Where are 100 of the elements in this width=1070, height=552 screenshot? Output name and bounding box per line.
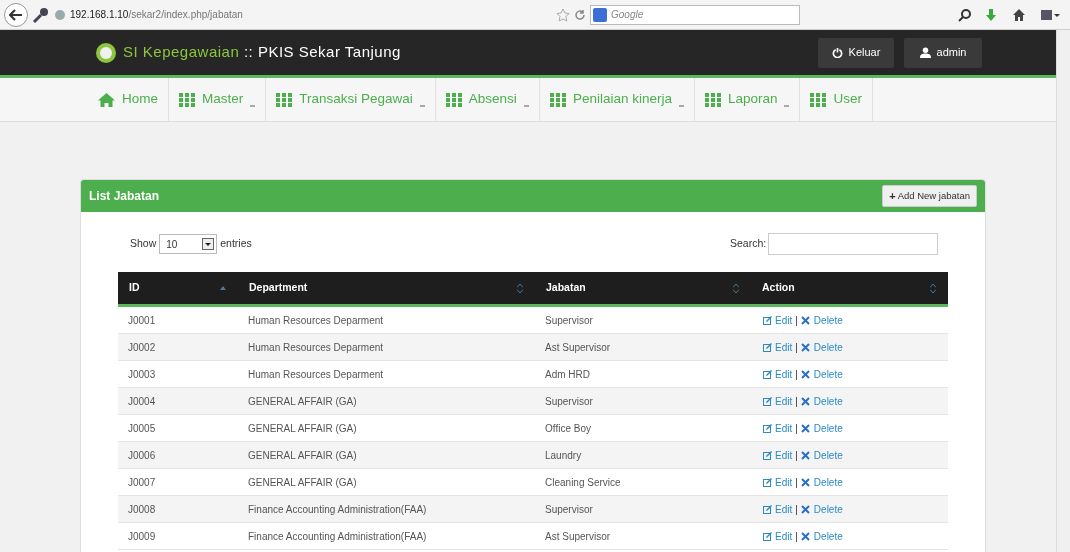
edit-link[interactable]: Edit [763, 420, 793, 436]
edit-link[interactable]: Edit [763, 501, 793, 517]
edit-icon [763, 477, 772, 487]
delete-icon [800, 477, 810, 487]
search-icon[interactable] [958, 7, 972, 22]
table-cell: Laundry [545, 449, 582, 461]
table-cell: Ast Supervisor [545, 530, 611, 542]
column-header[interactable]: Department [238, 272, 535, 304]
edit-icon [763, 450, 772, 460]
delete-link[interactable]: Delete [800, 447, 843, 463]
table-cell: Office Boy [545, 422, 591, 434]
nav-menu-item[interactable]: Home [88, 78, 169, 121]
star-icon[interactable] [556, 7, 570, 22]
delete-link[interactable]: Delete [800, 393, 843, 409]
show-label: Show [130, 236, 157, 252]
address-bar[interactable]: 192.168.1.10/sekar2/index.php/jabatan [54, 3, 552, 26]
key-icon[interactable] [32, 6, 50, 23]
delete-link[interactable]: Delete [800, 474, 843, 490]
edit-icon [763, 315, 772, 325]
delete-link[interactable]: Delete [800, 501, 843, 517]
table-cell: J0003 [128, 368, 156, 380]
header-button[interactable]: admin [904, 37, 982, 68]
download-icon[interactable] [984, 7, 998, 22]
table-cell: Human Resources Deparment [248, 314, 384, 326]
edit-link[interactable]: Edit [763, 447, 793, 463]
table-cell: Finance Accounting Administration(FAA) [248, 503, 427, 515]
header-button[interactable]: Keluar [818, 37, 894, 68]
add-button[interactable]: + Add New jabatan [882, 185, 977, 207]
delete-link[interactable]: Delete [800, 528, 843, 544]
reload-icon[interactable] [574, 8, 586, 21]
plus-icon: + [889, 190, 896, 202]
action-separator: | [795, 448, 798, 463]
edit-icon [763, 423, 772, 433]
table-cell: Adm HRD [545, 368, 590, 380]
edit-icon [763, 396, 772, 406]
table-cell: J0005 [128, 422, 156, 434]
table-cell: Supervisor [545, 395, 593, 407]
edit-link[interactable]: Edit [763, 339, 793, 355]
edit-link[interactable]: Edit [763, 528, 793, 544]
power-icon [831, 47, 843, 58]
table-cell: J0009 [128, 530, 156, 542]
nav-menu-item[interactable]: Penilaian kinerja [539, 78, 695, 121]
action-separator: | [795, 313, 798, 328]
nav-menu-item[interactable]: Transaksi Pegawai [266, 78, 436, 121]
table-cell: GENERAL AFFAIR (GA) [248, 422, 357, 434]
logo-icon [95, 41, 117, 64]
column-header[interactable]: Jabatan [535, 272, 751, 304]
column-header[interactable]: Action [751, 272, 948, 304]
delete-link[interactable]: Delete [800, 420, 843, 436]
edit-icon [763, 342, 772, 352]
nav-menu-item[interactable]: User [800, 78, 873, 121]
grid-icon [179, 92, 195, 107]
table-cell: Supervisor [545, 503, 593, 515]
delete-icon [800, 450, 810, 460]
table-cell: J0004 [128, 395, 156, 407]
action-separator: | [795, 529, 798, 544]
search-engine-field[interactable]: Google [590, 4, 800, 25]
table-cell: J0001 [128, 314, 156, 326]
nav-menu-item[interactable]: Master [169, 78, 267, 121]
action-separator: | [795, 394, 798, 409]
nav-menu-item[interactable]: Absensi [435, 78, 540, 121]
delete-icon [800, 504, 810, 514]
table-cell: Human Resources Deparment [248, 368, 384, 380]
delete-link[interactable]: Delete [800, 339, 843, 355]
home-icon[interactable] [1012, 7, 1026, 22]
table-cell: GENERAL AFFAIR (GA) [248, 476, 357, 488]
menu-icon[interactable] [1040, 7, 1060, 22]
edit-link[interactable]: Edit [763, 312, 793, 328]
scrollbar[interactable] [1056, 30, 1070, 552]
table-cell: Ast Supervisor [545, 341, 611, 353]
table-cell: Human Resources Deparment [248, 341, 384, 353]
edit-link[interactable]: Edit [763, 393, 793, 409]
table-cell: J0007 [128, 476, 156, 488]
grid-icon [445, 92, 462, 107]
action-separator: | [795, 340, 798, 355]
user-icon [919, 47, 931, 58]
table-cell: Supervisor [545, 314, 593, 326]
edit-icon [763, 369, 772, 379]
table-cell: Cleaning Service [545, 476, 621, 488]
edit-icon [763, 504, 772, 514]
edit-link[interactable]: Edit [763, 474, 793, 490]
grid-icon [704, 92, 721, 107]
edit-icon [763, 531, 772, 541]
grid-icon [810, 92, 827, 107]
search-label: Search: [730, 236, 767, 252]
entries-select[interactable]: 10 [159, 234, 218, 254]
search-field[interactable] [768, 233, 939, 255]
action-separator: | [795, 475, 798, 490]
table-cell: J0008 [128, 503, 156, 515]
brand-title: SI Kepegawaian :: PKIS Sekar Tanjung [123, 42, 401, 63]
grid-icon [549, 92, 566, 107]
table-cell: GENERAL AFFAIR (GA) [248, 395, 357, 407]
column-header[interactable]: ID [118, 272, 238, 304]
back-arrow-icon [9, 8, 23, 21]
back-button[interactable] [4, 2, 28, 27]
edit-link[interactable]: Edit [763, 366, 793, 382]
delete-link[interactable]: Delete [800, 366, 843, 382]
delete-link[interactable]: Delete [800, 312, 843, 328]
table-cell: Finance Accounting Administration(FAA) [248, 530, 427, 542]
nav-menu-item[interactable]: Laporan [694, 78, 801, 121]
